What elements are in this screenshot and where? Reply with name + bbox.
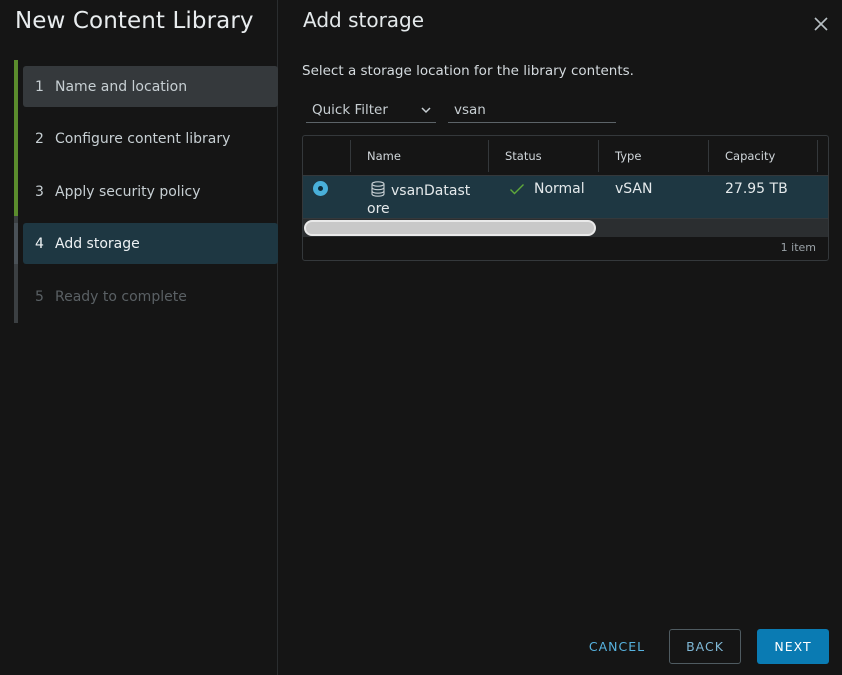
step-label: Add storage xyxy=(55,235,140,252)
wizard-step-name-and-location[interactable]: 1 Name and location xyxy=(23,66,278,107)
column-header-type[interactable]: Type xyxy=(598,140,708,172)
type-cell: vSAN xyxy=(615,181,653,197)
grid-item-count: 1 item xyxy=(780,241,816,254)
status-cell: Normal xyxy=(509,181,585,197)
datastore-name-cell: vsanDatast ore xyxy=(367,181,477,218)
status-text: Normal xyxy=(534,181,585,197)
wizard-step-configure-content-library[interactable]: 2 Configure content library xyxy=(23,118,278,159)
step-label: Configure content library xyxy=(55,130,231,147)
database-icon xyxy=(371,181,385,197)
step-label: Apply security policy xyxy=(55,183,201,200)
wizard-step-ready-to-complete: 5 Ready to complete xyxy=(23,276,278,317)
wizard-sidebar: New Content Library 1 Name and location … xyxy=(0,0,278,675)
storage-datagrid: Name Status Type Capacity vsanDatast ore … xyxy=(302,135,829,261)
check-icon xyxy=(510,184,524,195)
capacity-cell: 27.95 TB xyxy=(725,181,788,197)
cancel-button[interactable]: CANCEL xyxy=(583,629,651,664)
step-number: 3 xyxy=(35,183,44,200)
chevron-down-icon xyxy=(421,107,431,114)
wizard-step-add-storage[interactable]: 4 Add storage xyxy=(23,223,278,264)
row-select-radio[interactable] xyxy=(313,181,328,196)
grid-header: Name Status Type Capacity xyxy=(303,136,828,176)
filter-input[interactable] xyxy=(448,98,616,123)
step-progress-done xyxy=(14,60,18,216)
datastore-name-part2: ore xyxy=(367,201,390,217)
column-header-capacity[interactable]: Capacity xyxy=(708,140,818,172)
datastore-name-part1: vsanDatast xyxy=(391,183,471,199)
step-label: Ready to complete xyxy=(55,288,187,305)
step-progress-active xyxy=(14,223,18,264)
scrollbar-thumb[interactable] xyxy=(304,220,596,236)
step-progress-track xyxy=(14,60,18,323)
step-number: 1 xyxy=(35,78,44,95)
quick-filter-label: Quick Filter xyxy=(312,102,388,118)
table-row[interactable]: vsanDatast ore Normal vSAN 27.95 TB xyxy=(303,176,828,219)
wizard-title: New Content Library xyxy=(15,8,254,34)
step-number: 2 xyxy=(35,130,44,147)
column-header-name[interactable]: Name xyxy=(350,140,488,172)
quick-filter-dropdown[interactable]: Quick Filter xyxy=(306,98,436,123)
step-label: Name and location xyxy=(55,78,188,95)
wizard-step-apply-security-policy[interactable]: 3 Apply security policy xyxy=(23,171,278,212)
step-number: 5 xyxy=(35,288,44,305)
instructions-text: Select a storage location for the librar… xyxy=(302,63,634,79)
close-icon[interactable] xyxy=(812,15,830,33)
page-title: Add storage xyxy=(303,8,425,32)
back-button[interactable]: BACK xyxy=(669,629,741,664)
horizontal-scrollbar[interactable] xyxy=(303,219,828,237)
column-header-status[interactable]: Status xyxy=(488,140,598,172)
next-button[interactable]: NEXT xyxy=(757,629,829,664)
step-number: 4 xyxy=(35,235,44,252)
